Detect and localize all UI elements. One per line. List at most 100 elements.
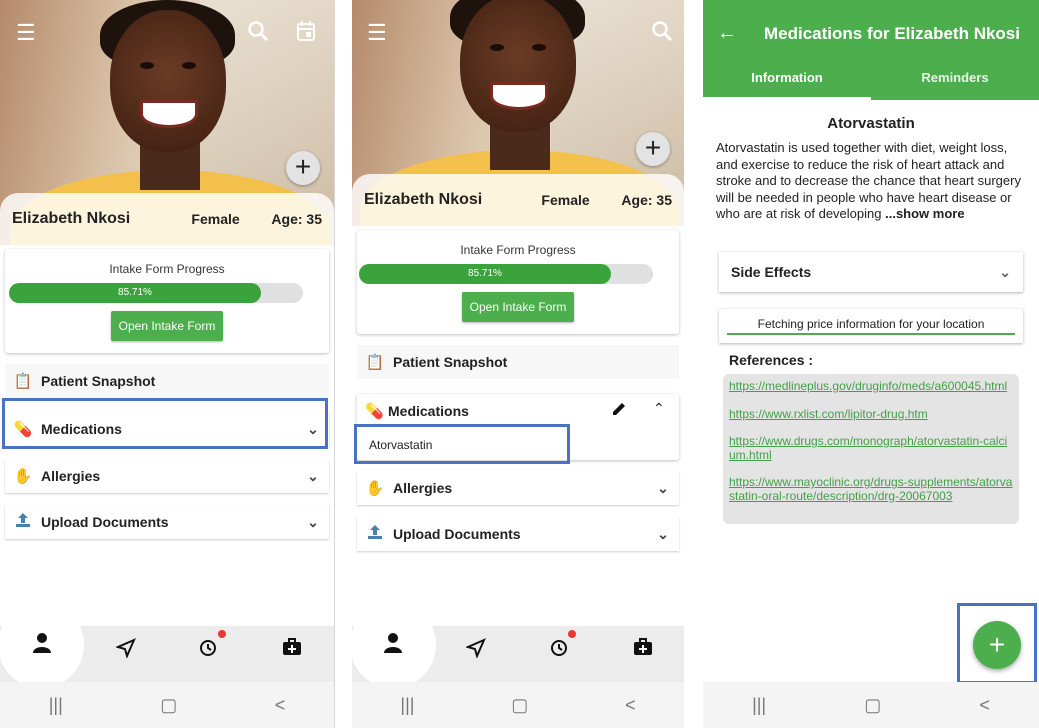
bottom-nav [0,602,334,688]
price-fetching-box: Fetching price information for your loca… [719,309,1023,343]
send-icon[interactable] [461,638,491,664]
calendar-icon[interactable] [296,20,316,48]
open-intake-form-button[interactable]: Open Intake Form [462,292,574,322]
drug-description-text: Atorvastatin is used together with diet,… [716,140,1021,221]
patient-name-bar: Elizabeth Nkosi Female Age: 35 [352,174,684,226]
intake-progress-card: Intake Form Progress 85.71% Open Intake … [5,249,329,353]
reference-link[interactable]: https://www.drugs.com/monograph/atorvast… [729,434,1013,462]
drug-name: Atorvastatin [827,115,915,132]
patient-name: Elizabeth Nkosi [12,210,131,227]
medical-kit-icon[interactable] [277,638,307,662]
patient-age: Age: 35 [271,211,322,227]
home-button[interactable]: ▢ [864,695,881,716]
upload-documents-label: Upload Documents [393,526,521,542]
patient-snapshot-row[interactable]: 📋 Patient Snapshot [357,345,679,379]
detail-header-title: Medications for Elizabeth Nkosi [764,24,1020,43]
search-icon[interactable] [247,20,269,48]
chevron-down-icon[interactable]: ⌄ [305,468,321,485]
back-button[interactable]: < [625,695,636,716]
patient-gender: Female [541,192,590,208]
chevron-down-icon[interactable]: ⌄ [999,264,1011,281]
upload-icon [365,524,385,544]
recent-apps-button[interactable]: ||| [49,695,63,716]
home-button[interactable]: ▢ [511,695,528,716]
intake-progress-text: 85.71% [468,268,502,279]
side-effects-dropdown[interactable]: Side Effects ⌄ [719,252,1023,292]
patient-medications-expanded-screen: ☰ + Elizabeth Nkosi Female Age: 35 Intak… [352,0,684,728]
tab-reminders[interactable]: Reminders [871,70,1039,85]
hand-icon: ✋ [365,480,385,497]
references-title: References : [729,352,814,368]
active-tab-indicator [703,97,871,100]
reference-link[interactable]: https://medlineplus.gov/druginfo/meds/a6… [729,379,1013,394]
highlight-atorvastatin [354,424,570,464]
history-icon[interactable] [193,638,223,664]
upload-icon [13,512,33,532]
allergies-label: Allergies [393,480,453,496]
intake-progress-text: 85.71% [118,287,152,298]
recent-apps-button[interactable]: ||| [400,695,414,716]
system-nav-bar: ||| ▢ < [0,682,334,728]
system-nav-bar: ||| ▢ < [352,682,684,728]
home-button[interactable]: ▢ [160,695,177,716]
back-button[interactable]: < [275,695,286,716]
reference-link[interactable]: https://www.mayoclinic.org/drugs-supplem… [729,475,1013,503]
patient-age: Age: 35 [621,192,672,208]
menu-icon[interactable]: ☰ [16,20,36,46]
reference-link[interactable]: https://www.rxlist.com/lipitor-drug.htm [729,407,1013,422]
bottom-nav [352,602,684,688]
pill-icon: 💊 [365,403,384,420]
add-photo-button[interactable]: + [286,151,320,185]
intake-progress-fill: 85.71% [9,283,261,303]
medication-detail-screen: ← Medications for Elizabeth Nkosi Inform… [703,0,1039,728]
search-icon[interactable] [651,20,673,48]
allergies-row[interactable]: ✋ Allergies ⌄ [5,459,329,493]
intake-progress-bar: 85.71% [9,283,303,303]
patient-overview-screen: ☰ + Elizabeth Nkosi Female Age: 35 Intak… [0,0,335,728]
upload-documents-row[interactable]: Upload Documents ⌄ [5,505,329,539]
history-icon[interactable] [544,638,574,664]
patient-snapshot-label: Patient Snapshot [41,373,156,389]
chevron-down-icon[interactable]: ⌄ [655,526,671,543]
tab-information[interactable]: Information [703,70,871,85]
drug-description: Atorvastatin is used together with diet,… [716,140,1026,223]
system-nav-bar: ||| ▢ < [703,682,1039,728]
chevron-down-icon[interactable]: ⌄ [655,480,671,497]
clipboard-icon: 📋 [13,373,33,390]
patient-gender: Female [191,211,240,227]
back-arrow-icon[interactable]: ← [717,22,737,45]
back-button[interactable]: < [979,695,990,716]
side-effects-label: Side Effects [731,264,812,280]
show-more-link[interactable]: ...show more [885,206,964,221]
allergies-row[interactable]: ✋ Allergies ⌄ [357,471,679,505]
person-icon[interactable] [27,632,57,660]
medical-kit-icon[interactable] [628,638,658,662]
chevron-up-icon[interactable]: ⌃ [653,400,665,417]
medications-label: Medications [388,403,469,419]
add-photo-button[interactable]: + [636,132,670,166]
notification-dot [568,630,576,638]
intake-progress-card: Intake Form Progress 85.71% Open Intake … [357,230,679,334]
person-icon[interactable] [378,632,408,660]
fetching-progress-line [727,333,1015,335]
open-intake-form-button[interactable]: Open Intake Form [111,311,223,341]
intake-progress-bar: 85.71% [359,264,653,284]
upload-documents-label: Upload Documents [41,514,169,530]
patient-snapshot-row[interactable]: 📋 Patient Snapshot [5,364,329,398]
detail-header: ← Medications for Elizabeth Nkosi Inform… [703,0,1039,100]
clipboard-icon: 📋 [365,354,385,371]
allergies-label: Allergies [41,468,101,484]
recent-apps-button[interactable]: ||| [752,695,766,716]
chevron-down-icon[interactable]: ⌄ [305,514,321,531]
highlight-fab [957,603,1037,684]
patient-name-bar: Elizabeth Nkosi Female Age: 35 [0,193,334,245]
notification-dot [218,630,226,638]
intake-progress-fill: 85.71% [359,264,611,284]
edit-icon[interactable] [611,401,627,422]
fetching-price-text: Fetching price information for your loca… [757,317,985,331]
menu-icon[interactable]: ☰ [367,20,387,46]
upload-documents-row[interactable]: Upload Documents ⌄ [357,517,679,551]
highlight-medications [2,398,328,449]
send-icon[interactable] [111,638,141,664]
hand-icon: ✋ [13,468,33,485]
